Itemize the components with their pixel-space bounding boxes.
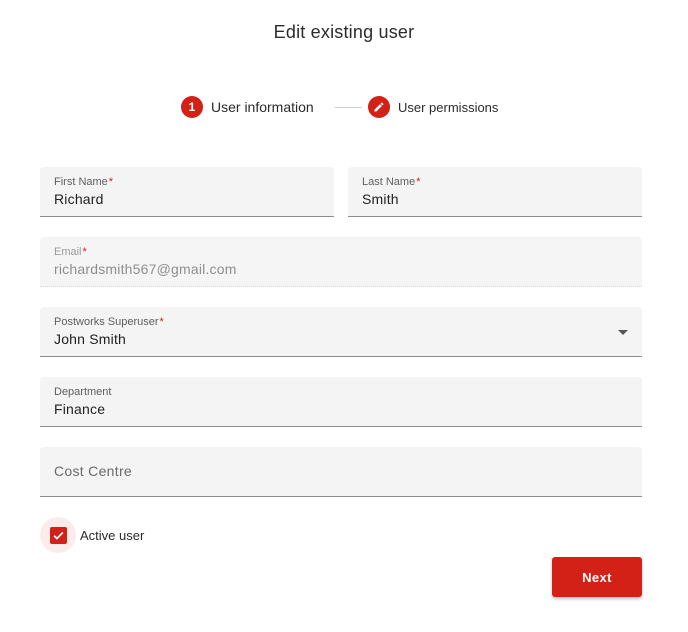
checkbox-ripple bbox=[40, 517, 76, 553]
email-field: Email* richardsmith567@gmail.com bbox=[40, 237, 642, 287]
cost-centre-placeholder: Cost Centre bbox=[54, 463, 132, 479]
step-connector bbox=[335, 107, 362, 108]
chevron-down-icon[interactable] bbox=[618, 330, 628, 335]
last-name-label: Last Name* bbox=[362, 176, 421, 188]
step-number-icon: 1 bbox=[181, 96, 203, 118]
step-label: User information bbox=[211, 99, 314, 115]
superuser-label: Postworks Superuser* bbox=[54, 316, 164, 328]
stepper: 1 User information User permissions bbox=[0, 95, 688, 119]
required-mark: * bbox=[416, 176, 421, 188]
required-mark: * bbox=[108, 176, 114, 188]
required-mark: * bbox=[82, 246, 87, 258]
department-value: Finance bbox=[54, 401, 106, 417]
department-field[interactable]: Department Finance bbox=[40, 377, 642, 427]
department-label: Department bbox=[54, 386, 112, 398]
first-name-label: First Name* bbox=[54, 176, 114, 188]
active-user-checkbox[interactable] bbox=[49, 526, 67, 544]
cost-centre-field[interactable]: Cost Centre bbox=[40, 447, 642, 497]
edit-user-dialog: Edit existing user 1 User information Us… bbox=[0, 0, 688, 632]
superuser-select[interactable]: Postworks Superuser* John Smith bbox=[40, 307, 642, 357]
active-user-label: Active user bbox=[80, 527, 145, 543]
step-user-permissions[interactable]: User permissions bbox=[368, 95, 498, 119]
first-name-value: Richard bbox=[54, 191, 104, 207]
superuser-value: John Smith bbox=[54, 331, 127, 347]
next-button[interactable]: Next bbox=[552, 557, 642, 597]
active-user-checkbox-row[interactable]: Active user bbox=[40, 517, 144, 553]
page-title: Edit existing user bbox=[273, 22, 415, 42]
email-label: Email* bbox=[54, 246, 87, 258]
step-user-information[interactable]: 1 User information bbox=[181, 95, 314, 119]
last-name-field[interactable]: Last Name* Smith bbox=[348, 167, 642, 217]
first-name-field[interactable]: First Name* Richard bbox=[40, 167, 334, 217]
last-name-value: Smith bbox=[362, 191, 399, 207]
required-mark: * bbox=[159, 316, 164, 328]
step-label: User permissions bbox=[398, 99, 499, 115]
pencil-icon bbox=[368, 96, 390, 118]
email-value: richardsmith567@gmail.com bbox=[54, 261, 237, 277]
checkmark-icon bbox=[53, 531, 63, 540]
